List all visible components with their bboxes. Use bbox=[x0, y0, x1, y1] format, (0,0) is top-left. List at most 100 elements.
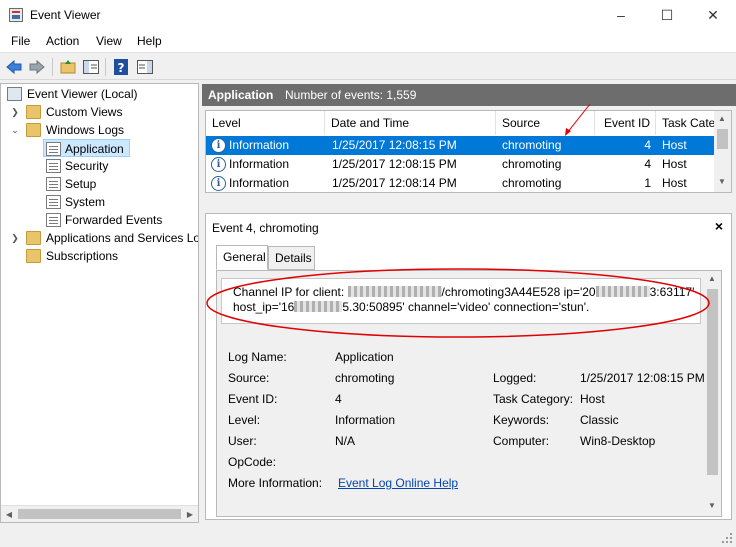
cell-level: Information bbox=[229, 138, 290, 152]
log-icon bbox=[46, 195, 61, 209]
keywords-label: Keywords: bbox=[493, 413, 550, 427]
chevron-down-icon[interactable]: ⌄ bbox=[9, 121, 21, 139]
column-header-event-id[interactable]: Event ID bbox=[595, 111, 656, 135]
show-hide-tree-icon[interactable] bbox=[82, 58, 100, 76]
log-title: Application bbox=[208, 88, 274, 102]
tab-general[interactable]: General bbox=[216, 245, 268, 270]
tree-item-applications-and-services[interactable]: ❯ Applications and Services Lo bbox=[5, 229, 198, 247]
tree-item-label: Application bbox=[65, 142, 124, 156]
tree-item-application[interactable]: Application bbox=[43, 139, 130, 157]
message-text: Channel IP for client: bbox=[233, 285, 348, 299]
scrollbar-thumb[interactable] bbox=[707, 289, 718, 475]
tree-horizontal-scrollbar[interactable]: ◀ ▶ bbox=[1, 505, 198, 522]
general-tab-panel: Channel IP for client: /chromoting3A44E5… bbox=[216, 270, 722, 517]
level-label: Level: bbox=[228, 413, 261, 427]
tab-details[interactable]: Details bbox=[268, 246, 315, 270]
help-icon[interactable]: ? bbox=[112, 58, 130, 76]
tree-item-custom-views[interactable]: ❯ Custom Views bbox=[5, 103, 195, 121]
cell-date-time: 1/25/2017 12:08:14 PM bbox=[332, 176, 457, 190]
information-icon: i bbox=[211, 176, 226, 191]
task-category-label: Task Category: bbox=[493, 392, 574, 406]
keywords-value: Classic bbox=[580, 413, 619, 427]
tree-item-label: Custom Views bbox=[46, 105, 123, 119]
navigation-tree: Event Viewer (Local) ❯ Custom Views ⌄ Wi… bbox=[0, 83, 199, 523]
computer-value: Win8-Desktop bbox=[580, 434, 656, 448]
tree-item-subscriptions[interactable]: Subscriptions bbox=[5, 247, 195, 265]
tree-item-label: Forwarded Events bbox=[65, 213, 163, 227]
message-text: 5.30:50895' channel='video' connection='… bbox=[342, 300, 590, 314]
event-id-label: Event ID: bbox=[228, 392, 278, 406]
tree-item-label: Setup bbox=[65, 177, 97, 191]
source-value: chromoting bbox=[335, 371, 395, 385]
column-header-level[interactable]: Level bbox=[206, 111, 325, 135]
cell-event-id: 4 bbox=[644, 157, 651, 171]
scroll-right-icon[interactable]: ▶ bbox=[183, 508, 197, 521]
tree-item-label: Applications and Services Lo bbox=[46, 231, 198, 245]
menu-view[interactable]: View bbox=[96, 34, 122, 48]
minimize-button[interactable]: – bbox=[598, 0, 644, 30]
forward-icon[interactable] bbox=[28, 58, 46, 76]
tree-item-event-viewer-local[interactable]: Event Viewer (Local) bbox=[5, 85, 195, 103]
user-value: N/A bbox=[335, 434, 356, 448]
log-icon bbox=[46, 159, 61, 173]
log-name-label: Log Name: bbox=[228, 350, 287, 364]
tree-item-label: Event Viewer (Local) bbox=[27, 87, 138, 101]
up-folder-icon[interactable] bbox=[59, 58, 77, 76]
cell-date-time: 1/25/2017 12:08:15 PM bbox=[332, 157, 457, 171]
table-row[interactable]: i Information 1/25/2017 12:08:15 PM chro… bbox=[206, 136, 715, 155]
close-icon[interactable]: × bbox=[715, 218, 723, 234]
menu-help[interactable]: Help bbox=[137, 34, 162, 48]
source-label: Source: bbox=[228, 371, 270, 385]
tree-item-system[interactable]: System bbox=[43, 193, 193, 211]
window-title: Event Viewer bbox=[30, 8, 101, 22]
event-viewer-icon bbox=[9, 8, 23, 22]
cell-source: chromoting bbox=[502, 176, 562, 190]
event-detail-pane: Event 4, chromoting × General Details Ch… bbox=[205, 213, 732, 520]
menu-action[interactable]: Action bbox=[46, 34, 79, 48]
event-message[interactable]: Channel IP for client: /chromoting3A44E5… bbox=[221, 278, 701, 324]
tree-item-security[interactable]: Security bbox=[43, 157, 193, 175]
folder-icon bbox=[26, 249, 41, 263]
cell-date-time: 1/25/2017 12:08:15 PM bbox=[332, 138, 457, 152]
tree-item-forwarded-events[interactable]: Forwarded Events bbox=[43, 211, 193, 229]
message-text: /chromoting3A44E528 ip='20 bbox=[441, 285, 596, 299]
events-vertical-scrollbar[interactable]: ▲ ▼ bbox=[714, 111, 731, 192]
detail-vertical-scrollbar[interactable]: ▲ ▼ bbox=[704, 271, 721, 516]
scroll-up-icon[interactable]: ▲ bbox=[705, 272, 719, 285]
table-row[interactable]: i Information 1/25/2017 12:08:15 PM chro… bbox=[206, 155, 715, 174]
scroll-up-icon[interactable]: ▲ bbox=[715, 112, 729, 125]
resize-grip-icon[interactable] bbox=[719, 530, 735, 546]
log-icon bbox=[46, 213, 61, 227]
folder-icon bbox=[26, 231, 41, 245]
title-bar: Event Viewer – ☐ ✕ bbox=[0, 0, 736, 30]
information-icon: i bbox=[211, 138, 226, 153]
log-icon bbox=[46, 142, 61, 156]
computer-label: Computer: bbox=[493, 434, 550, 448]
event-log-online-help-link[interactable]: Event Log Online Help bbox=[338, 476, 458, 490]
column-header-date-time[interactable]: Date and Time bbox=[325, 111, 496, 135]
table-row[interactable]: i Information 1/25/2017 12:08:14 PM chro… bbox=[206, 174, 715, 192]
chevron-right-icon[interactable]: ❯ bbox=[9, 229, 21, 247]
menu-file[interactable]: File bbox=[11, 34, 30, 48]
tree-item-windows-logs[interactable]: ⌄ Windows Logs bbox=[5, 121, 195, 139]
scroll-down-icon[interactable]: ▼ bbox=[715, 175, 729, 188]
scroll-down-icon[interactable]: ▼ bbox=[705, 499, 719, 512]
log-header-bar: Application Number of events: 1,559 bbox=[202, 84, 736, 106]
cell-level: Information bbox=[229, 157, 290, 171]
cell-task-category: Host bbox=[662, 157, 687, 171]
scrollbar-thumb[interactable] bbox=[18, 509, 181, 519]
scrollbar-thumb[interactable] bbox=[717, 129, 728, 149]
close-button[interactable]: ✕ bbox=[690, 0, 736, 30]
tree-item-setup[interactable]: Setup bbox=[43, 175, 193, 193]
column-header-source[interactable]: Source bbox=[496, 111, 595, 135]
cell-event-id: 1 bbox=[644, 176, 651, 190]
more-information-label: More Information: bbox=[228, 476, 323, 490]
scroll-left-icon[interactable]: ◀ bbox=[2, 508, 16, 521]
maximize-button[interactable]: ☐ bbox=[644, 0, 690, 30]
column-header-task-category[interactable]: Task Categ bbox=[656, 111, 715, 135]
back-icon[interactable] bbox=[5, 58, 23, 76]
user-label: User: bbox=[228, 434, 257, 448]
show-hide-action-pane-icon[interactable] bbox=[136, 58, 154, 76]
chevron-right-icon[interactable]: ❯ bbox=[9, 103, 21, 121]
message-text: host_ip='16 bbox=[233, 300, 295, 314]
